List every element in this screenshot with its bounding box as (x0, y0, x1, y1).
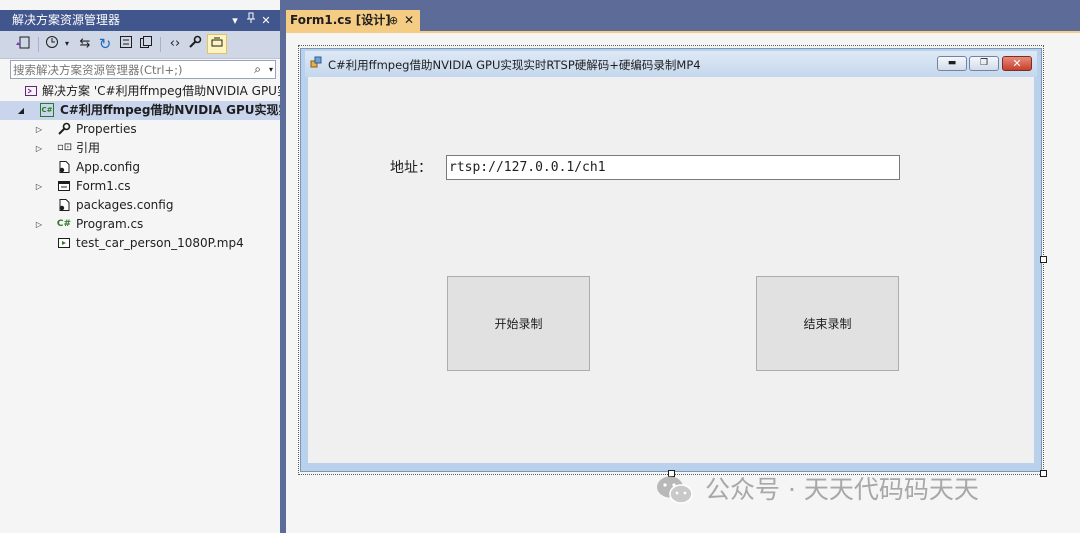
view-code-icon[interactable]: ‹› (166, 35, 184, 53)
tree-item-video[interactable]: test_car_person_1080P.mp4 (0, 234, 280, 253)
tree-item-label: C#利用ffmpeg借助NVIDIA GPU实现实时 (60, 103, 280, 117)
minimize-button[interactable]: ▬ (937, 56, 967, 71)
refresh-icon[interactable]: ↻ (96, 35, 114, 53)
tree-item-project[interactable]: ◢ C# C#利用ffmpeg借助NVIDIA GPU实现实时 (0, 101, 280, 120)
tree-item-label: 解决方案 'C#利用ffmpeg借助NVIDIA GPU实现 (42, 84, 280, 98)
collapse-all-icon[interactable] (118, 35, 134, 53)
tree-item-solution[interactable]: 解决方案 'C#利用ffmpeg借助NVIDIA GPU实现 (0, 82, 280, 101)
search-options-dropdown-icon[interactable]: ▾ (269, 61, 273, 78)
resize-handle-right[interactable] (1040, 256, 1047, 263)
properties-wrench-icon[interactable] (186, 35, 204, 53)
expand-arrow-icon[interactable]: ▷ (34, 177, 44, 196)
tree-item-label: test_car_person_1080P.mp4 (76, 236, 244, 250)
csharp-file-icon: C# (56, 219, 72, 229)
tree-item-packages-config[interactable]: packages.config (0, 196, 280, 215)
stop-recording-button[interactable]: 结束录制 (756, 276, 899, 371)
pending-changes-filter-icon[interactable] (44, 35, 60, 53)
config-file-icon (57, 198, 71, 212)
tree-item-label: Form1.cs (76, 179, 131, 193)
form-title: C#利用ffmpeg借助NVIDIA GPU实现实时RTSP硬解码+硬编码录制M… (328, 58, 701, 72)
expand-arrow-icon[interactable]: ▷ (34, 139, 44, 158)
wrench-icon (57, 122, 71, 136)
watermark-text: 公众号 · 天天代码码天天 (705, 475, 979, 504)
maximize-button[interactable]: ❐ (969, 56, 999, 71)
tree-item-properties[interactable]: ▷ Properties (0, 120, 280, 139)
tree-item-label: 引用 (76, 141, 101, 155)
window-position-dropdown-icon[interactable]: ▾ (228, 10, 242, 31)
tree-item-label: App.config (76, 160, 140, 174)
address-label: 地址： (390, 160, 432, 176)
search-icon[interactable]: ⌕ (254, 61, 261, 78)
resize-handle-corner[interactable] (1040, 470, 1047, 477)
expand-arrow-icon[interactable]: ▷ (34, 120, 44, 139)
tab-form1-designer[interactable]: Form1.cs [设计] ⊕ ✕ (286, 10, 420, 31)
close-button[interactable]: ✕ (1002, 56, 1032, 71)
tree-item-app-config[interactable]: App.config (0, 158, 280, 177)
solution-explorer-titlebar: 解决方案资源管理器 ▾ ✕ (0, 10, 280, 31)
close-panel-icon[interactable]: ✕ (259, 10, 273, 31)
tree-item-references[interactable]: ▷ ▫⊡ 引用 (0, 139, 280, 158)
references-icon: ▫⊡ (57, 142, 73, 153)
tree-item-label: Program.cs (76, 217, 144, 231)
solution-icon (24, 84, 38, 98)
view-designer-icon[interactable] (207, 34, 227, 54)
solution-explorer-title: 解决方案资源管理器 (12, 13, 121, 27)
form-client-area (308, 77, 1034, 463)
form-app-icon (310, 56, 323, 72)
tab-label: Form1.cs [设计] (290, 13, 391, 27)
tree-item-program[interactable]: ▷ C# Program.cs (0, 215, 280, 234)
solution-explorer-search[interactable]: ⌕ ▾ (10, 60, 276, 79)
switch-views-icon[interactable] (14, 35, 32, 53)
expand-arrow-icon[interactable]: ▷ (34, 215, 44, 234)
pin-tab-icon[interactable]: ⊕ (389, 10, 398, 31)
show-all-files-icon[interactable] (138, 35, 154, 53)
address-input[interactable] (446, 155, 900, 180)
video-file-icon (57, 236, 71, 250)
form-titlebar: C#利用ffmpeg借助NVIDIA GPU实现实时RTSP硬解码+硬编码录制M… (305, 51, 1037, 77)
sync-with-document-icon[interactable]: ⇆ (76, 35, 94, 53)
form-icon (57, 179, 71, 193)
tree-item-label: packages.config (76, 198, 174, 212)
tree-item-form1[interactable]: ▷ Form1.cs (0, 177, 280, 196)
start-recording-button[interactable]: 开始录制 (447, 276, 590, 371)
collapse-arrow-icon[interactable]: ◢ (16, 101, 26, 120)
config-file-icon (57, 160, 71, 174)
filter-dropdown-icon[interactable]: ▾ (62, 35, 72, 53)
pin-icon[interactable] (244, 10, 258, 31)
wechat-icon (655, 474, 695, 506)
search-input[interactable] (13, 61, 249, 78)
csharp-project-icon: C# (40, 103, 54, 117)
close-tab-icon[interactable]: ✕ (404, 10, 414, 31)
tree-item-label: Properties (76, 122, 137, 136)
solution-explorer-panel: 解决方案资源管理器 ▾ ✕ ▾ ⇆ ↻ ‹› ⌕ (0, 0, 280, 533)
solution-explorer-toolbar: ▾ ⇆ ↻ ‹› (0, 31, 280, 59)
